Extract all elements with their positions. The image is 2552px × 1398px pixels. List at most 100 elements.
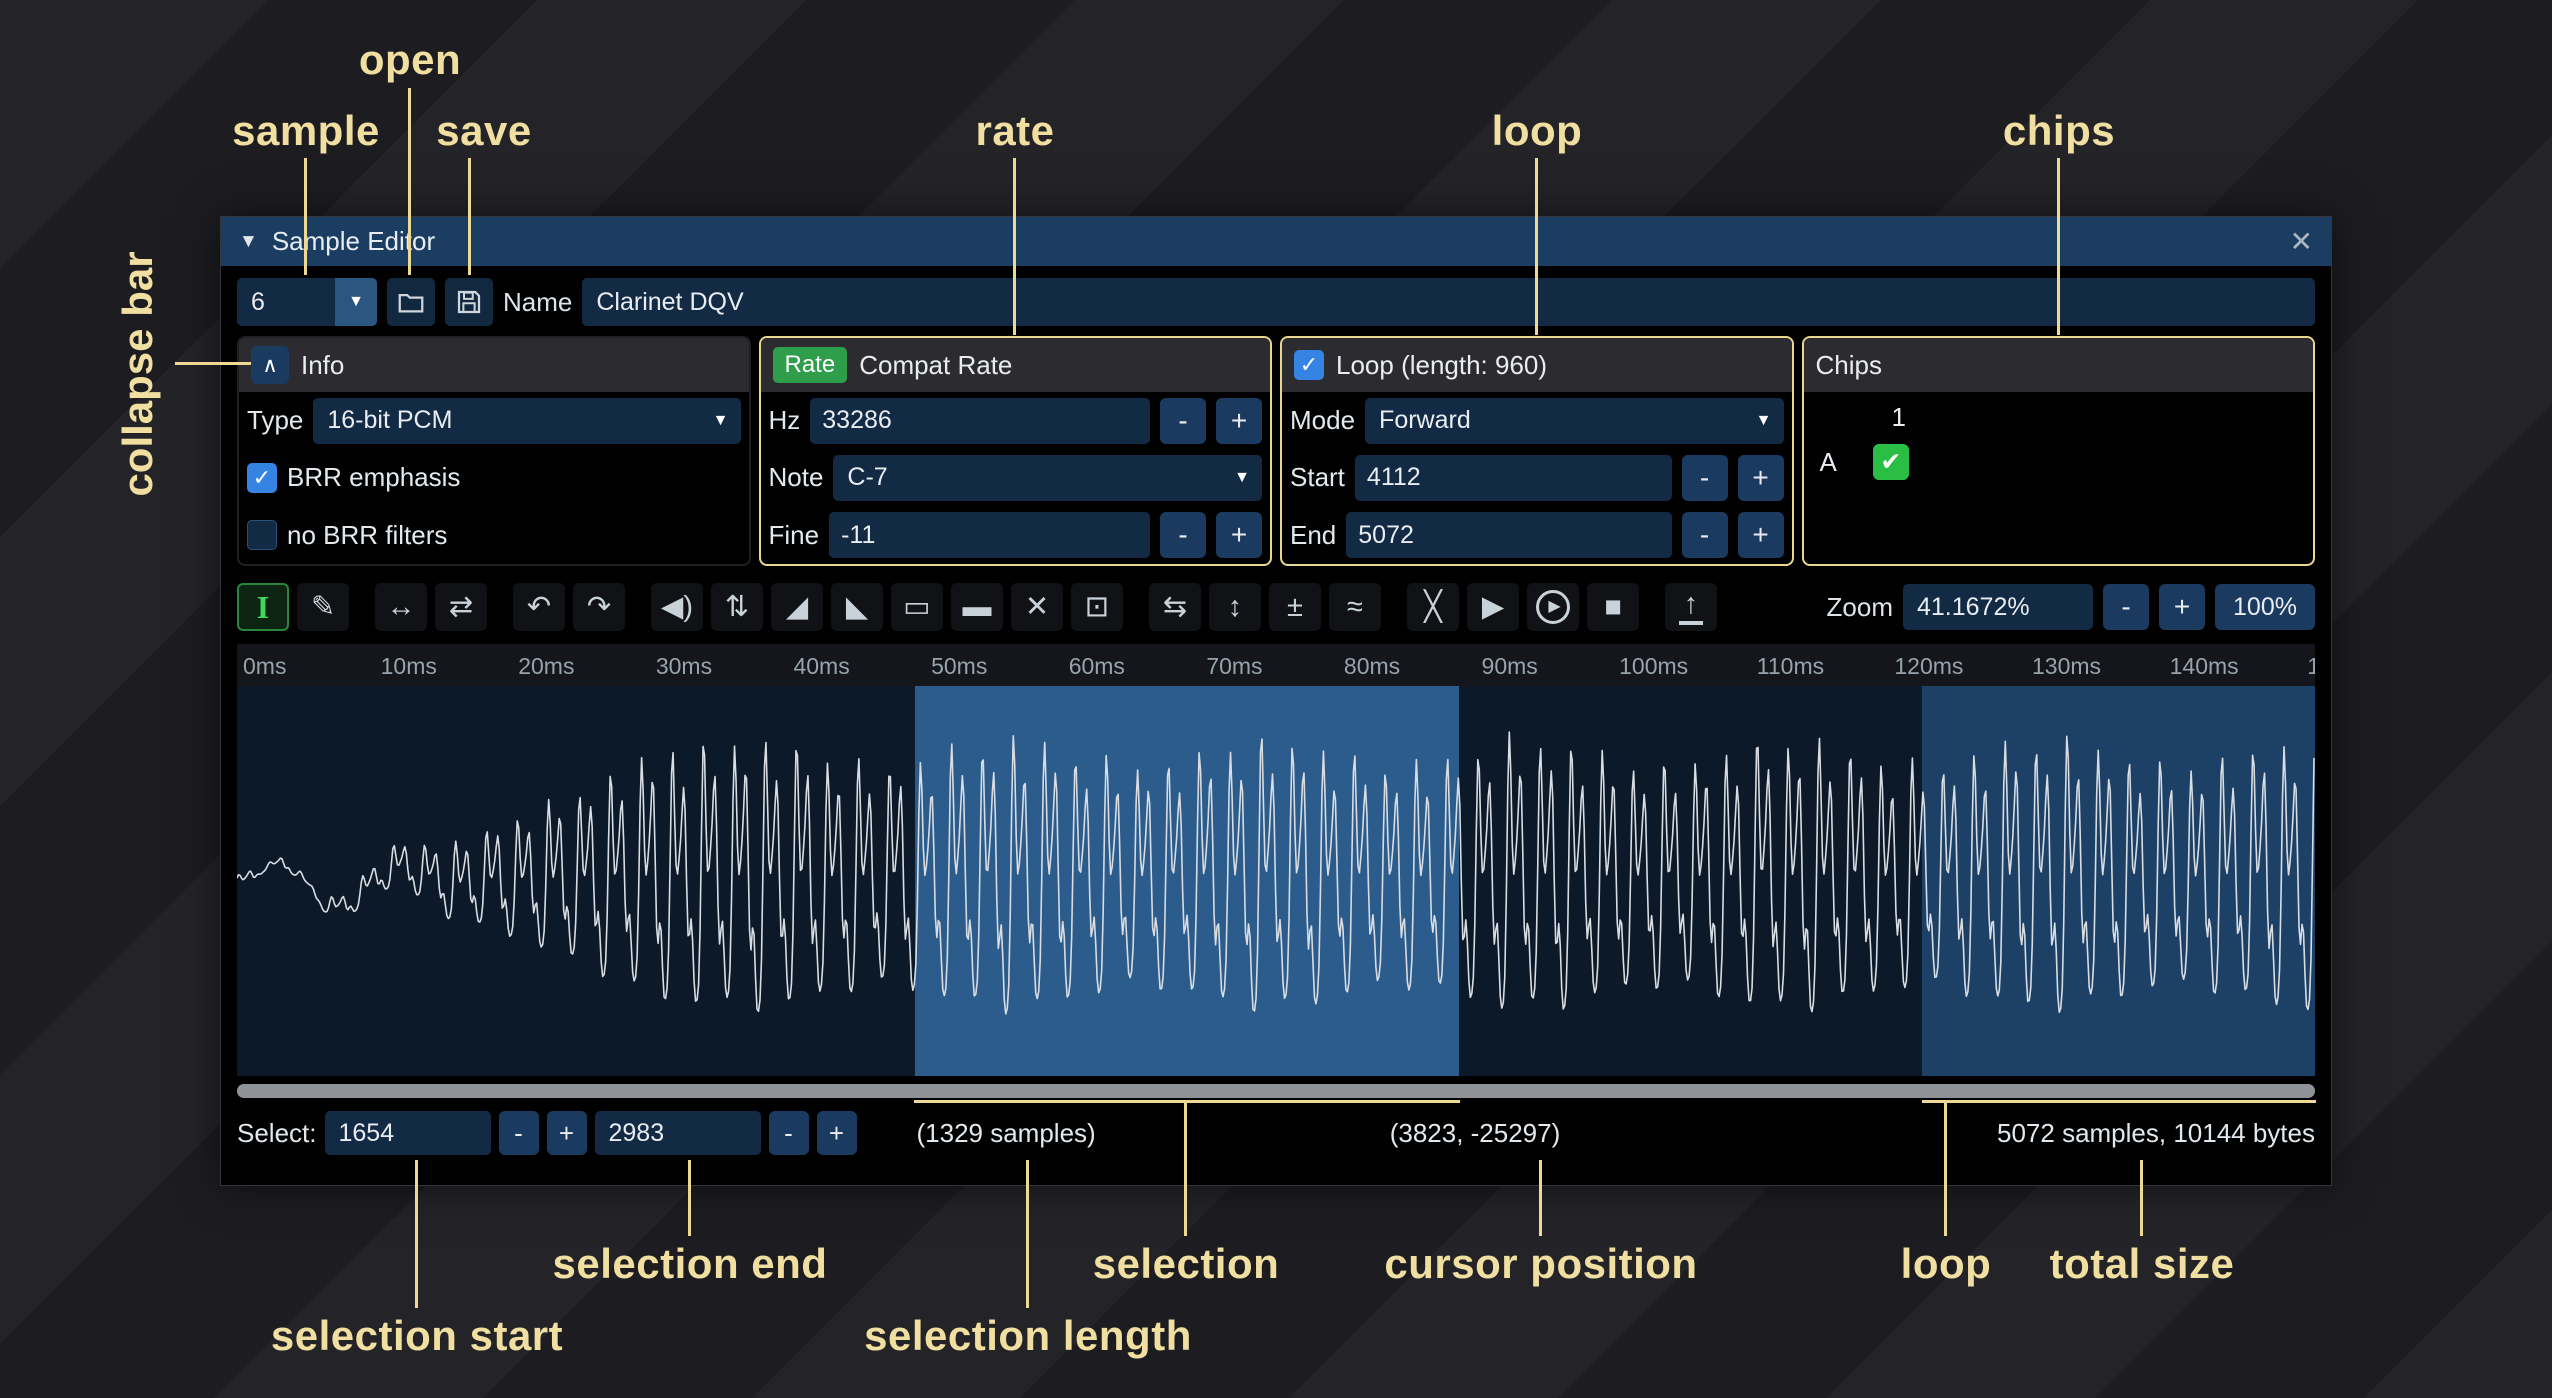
annotation-loop-top-line <box>1535 158 1538 335</box>
fine-input[interactable]: -11 <box>829 512 1150 558</box>
type-dropdown[interactable]: 16-bit PCM ▼ <box>313 398 740 444</box>
ruler-label: 60ms <box>1069 653 1125 680</box>
chip-row: A ✔ <box>1820 444 1909 480</box>
sample-selector[interactable]: 6 ▼ <box>237 278 377 326</box>
annotation-collapse-bar-line <box>175 362 251 365</box>
undo-button[interactable]: ↶ <box>513 583 565 631</box>
info-panel: ∧ Info Type 16-bit PCM ▼ ✓ BRR emphasis <box>237 336 751 566</box>
zoom-input[interactable]: 41.1672% <box>1903 584 2093 630</box>
waveform-scrollbar[interactable] <box>237 1084 2315 1098</box>
filter-button[interactable]: ≈ <box>1329 583 1381 631</box>
selection-end-plus-button[interactable]: + <box>817 1111 857 1155</box>
resize-button[interactable]: ↔ <box>375 583 427 631</box>
chip-enable-checkbox[interactable]: ✔ <box>1873 444 1909 480</box>
name-input[interactable]: Clarinet DQV <box>582 278 2315 326</box>
open-button[interactable] <box>387 278 435 326</box>
hz-minus-button[interactable]: - <box>1160 398 1206 444</box>
check-icon: ✓ <box>1300 352 1318 378</box>
loop-end-minus-button[interactable]: - <box>1682 512 1728 558</box>
annotation-loop-top: loop <box>1492 107 1583 155</box>
stop-preview-button[interactable]: ■ <box>1587 583 1639 631</box>
annotation-rate-line <box>1013 158 1016 335</box>
zoom-controls: Zoom 41.1672% - + 100% <box>1827 584 2315 630</box>
floppy-icon <box>454 287 484 317</box>
annotation-rate: rate <box>975 107 1054 155</box>
chip-check-icon: ✔ <box>1880 447 1901 477</box>
redo-button[interactable]: ↷ <box>573 583 625 631</box>
scrollbar-thumb[interactable] <box>237 1084 2315 1098</box>
fine-plus-button[interactable]: + <box>1216 512 1262 558</box>
loop-panel: ✓ Loop (length: 960) Mode Forward ▼ Star… <box>1280 336 1794 566</box>
fade-out-button[interactable]: ◣ <box>831 583 883 631</box>
crossfade-loop-icon: ╳ <box>1424 593 1441 622</box>
annotation-selection-length-line <box>1026 1160 1029 1308</box>
crossfade-loop-button[interactable]: ╳ <box>1407 583 1459 631</box>
chip-column-header: 1 <box>1892 402 1906 433</box>
waveform-display[interactable] <box>237 686 2315 1076</box>
save-button[interactable] <box>445 278 493 326</box>
draw-mode-icon: ✎ <box>311 593 335 622</box>
fine-value: -11 <box>841 521 875 550</box>
no-brr-filters-checkbox[interactable] <box>247 520 277 550</box>
zoom-reset-button[interactable]: 100% <box>2215 584 2315 630</box>
preview-loop-button[interactable]: ▶ <box>1527 583 1579 631</box>
amplify-button[interactable]: ◀) <box>651 583 703 631</box>
apply-silence-button[interactable]: ▬ <box>951 583 1003 631</box>
normalize-button[interactable]: ⇅ <box>711 583 763 631</box>
loop-mode-dropdown[interactable]: Forward ▼ <box>1365 398 1783 444</box>
no-brr-filters-label: no BRR filters <box>287 520 447 551</box>
selection-start-minus-button[interactable]: - <box>499 1111 539 1155</box>
ruler-label: 20ms <box>518 653 574 680</box>
loop-mode-row: Mode Forward ▼ <box>1282 392 1792 449</box>
loop-start-plus-button[interactable]: + <box>1738 455 1784 501</box>
titlebar[interactable]: ▼ Sample Editor ✕ <box>221 217 2331 266</box>
make-instrument-button[interactable]: ↑ <box>1665 583 1717 631</box>
selection-end-minus-button[interactable]: - <box>769 1111 809 1155</box>
loop-mode-label: Mode <box>1290 405 1355 436</box>
resample-button[interactable]: ⇄ <box>435 583 487 631</box>
edit-mode-button[interactable]: I <box>237 583 289 631</box>
annotation-selection-end-line <box>688 1160 691 1236</box>
sample-selector-arrow-icon[interactable]: ▼ <box>335 278 377 326</box>
ruler-label: 30ms <box>656 653 712 680</box>
loop-enable-checkbox[interactable]: ✓ <box>1294 350 1324 380</box>
draw-mode-button[interactable]: ✎ <box>297 583 349 631</box>
note-dropdown[interactable]: C-7 ▼ <box>833 455 1262 501</box>
loop-start-minus-button[interactable]: - <box>1682 455 1728 501</box>
loop-title: Loop (length: 960) <box>1336 350 1547 381</box>
fine-row: Fine -11 - + <box>761 507 1271 564</box>
zoom-out-button[interactable]: - <box>2103 584 2149 630</box>
loop-start-row: Start 4112 - + <box>1282 449 1792 506</box>
loop-end-input[interactable]: 5072 <box>1346 512 1671 558</box>
loop-start-input[interactable]: 4112 <box>1355 455 1672 501</box>
make-instrument-icon: ↑ <box>1679 590 1704 625</box>
total-size-text: 5072 samples, 10144 bytes <box>1997 1118 2315 1149</box>
selection-end-input[interactable]: 2983 <box>595 1111 761 1155</box>
brr-emphasis-checkbox[interactable]: ✓ <box>247 463 277 493</box>
selection-start-input[interactable]: 1654 <box>325 1111 491 1155</box>
filter-icon: ≈ <box>1347 593 1363 622</box>
fine-minus-button[interactable]: - <box>1160 512 1206 558</box>
rate-title: Compat Rate <box>859 350 1012 381</box>
rate-badge: Rate <box>773 347 848 383</box>
close-icon[interactable]: ✕ <box>2290 225 2313 258</box>
loop-end-plus-button[interactable]: + <box>1738 512 1784 558</box>
hz-plus-button[interactable]: + <box>1216 398 1262 444</box>
fade-in-button[interactable]: ◢ <box>771 583 823 631</box>
collapse-bar-button[interactable]: ∧ <box>251 346 289 384</box>
window-collapse-icon[interactable]: ▼ <box>239 231 258 253</box>
ruler-label: 50ms <box>931 653 987 680</box>
preview-button[interactable]: ▶ <box>1467 583 1519 631</box>
fade-in-icon: ◢ <box>786 593 808 622</box>
timeline-ruler[interactable]: 0ms10ms20ms30ms40ms50ms60ms70ms80ms90ms1… <box>237 644 2315 686</box>
hz-input[interactable]: 33286 <box>810 398 1150 444</box>
zoom-value: 41.1672% <box>1917 593 2030 622</box>
zoom-in-button[interactable]: + <box>2159 584 2205 630</box>
trim-button[interactable]: ⊡ <box>1071 583 1123 631</box>
sign-invert-button[interactable]: ± <box>1269 583 1321 631</box>
selection-start-plus-button[interactable]: + <box>547 1111 587 1155</box>
insert-silence-button[interactable]: ▭ <box>891 583 943 631</box>
delete-button[interactable]: ✕ <box>1011 583 1063 631</box>
invert-button[interactable]: ↕ <box>1209 583 1261 631</box>
reverse-button[interactable]: ⇆ <box>1149 583 1201 631</box>
